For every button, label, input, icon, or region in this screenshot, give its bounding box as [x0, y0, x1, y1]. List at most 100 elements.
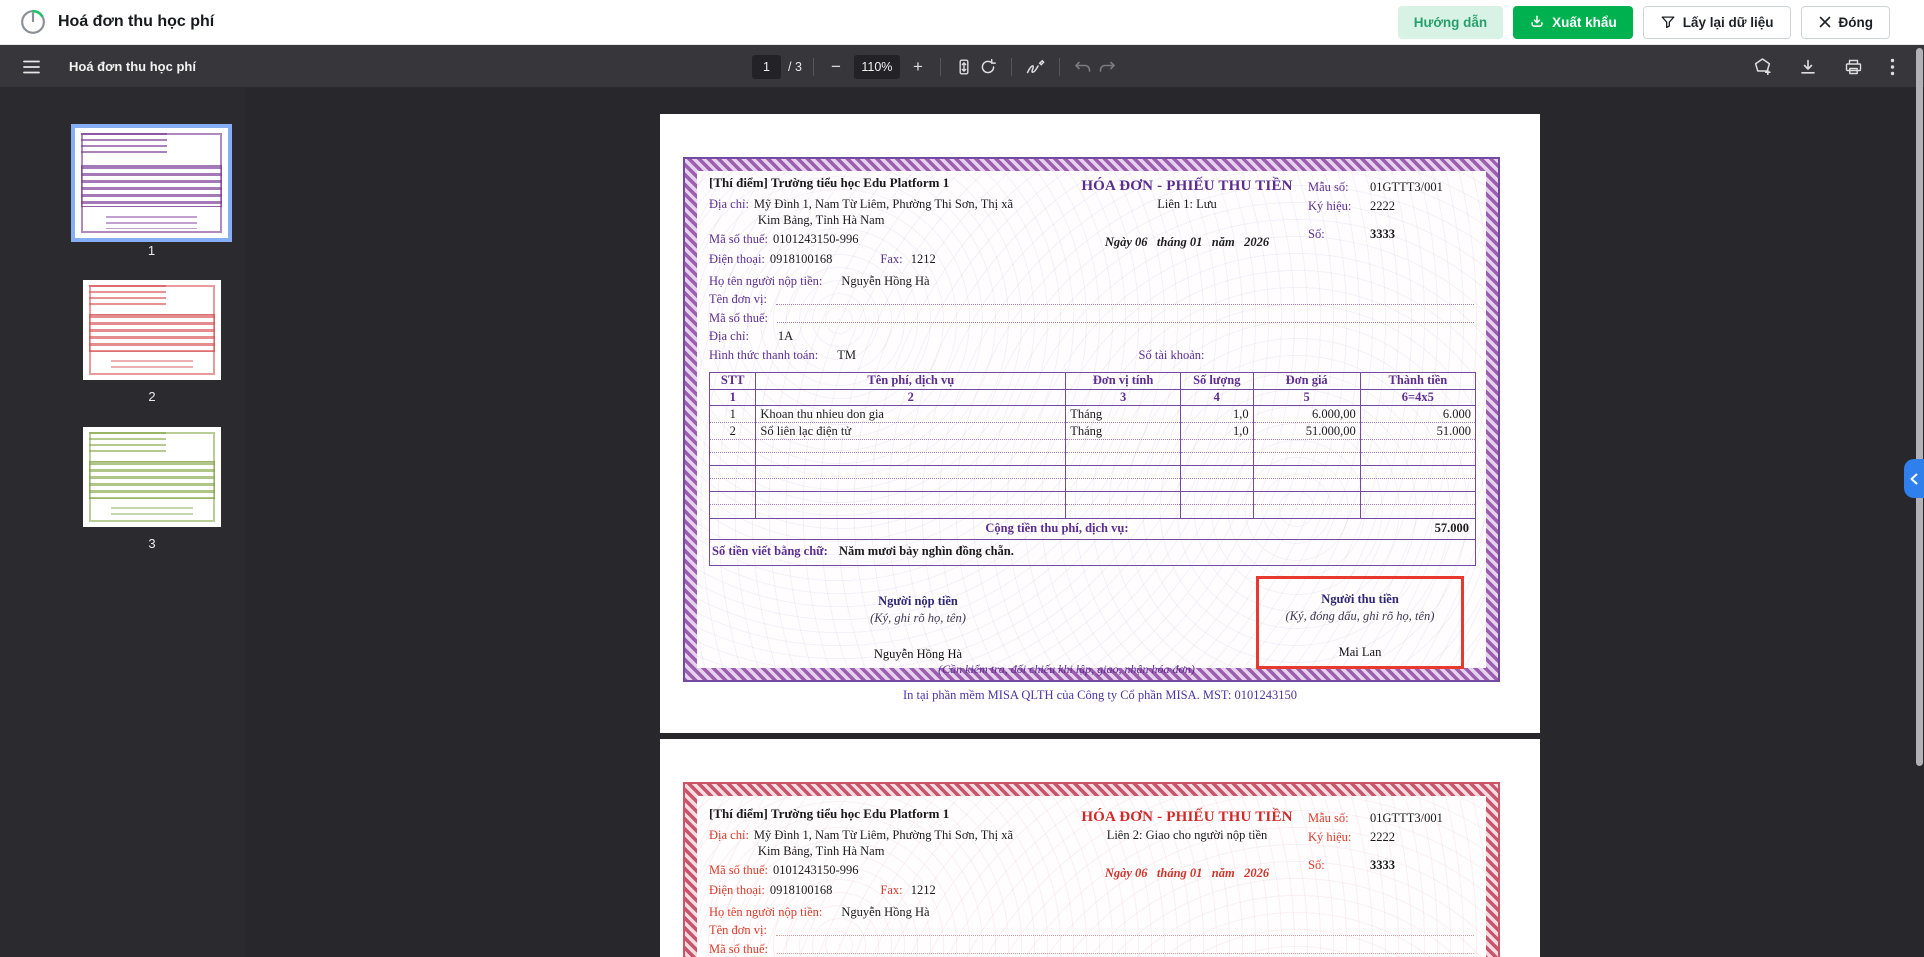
download-icon: [1801, 59, 1815, 74]
pdf-toolbar-right: [1750, 45, 1898, 88]
payer-address-label: Địa chỉ:: [709, 329, 749, 344]
invoice-payer-block: Họ tên người nộp tiền: Nguyễn Hồng Hà Tê…: [709, 905, 1476, 957]
school-name: [Thí điểm] Trường tiểu học Edu Platform …: [709, 175, 950, 190]
cell-fee-name: Khoan thu nhieu don gia: [755, 405, 1066, 424]
empty-row: [710, 504, 1475, 518]
invoice-copy-label: Liên 2: Giao cho người nộp tiền: [1106, 828, 1268, 842]
page-number-input[interactable]: [752, 54, 781, 79]
zoom-level-value: 110%: [853, 54, 900, 79]
payer-address-value: 1A: [777, 329, 794, 344]
thumbnail-page-1[interactable]: [71, 124, 232, 242]
add-annotation-button[interactable]: [1750, 54, 1775, 79]
invoice-no-value: 3333: [1370, 858, 1395, 872]
col-header: Đơn giá: [1252, 372, 1361, 391]
cell-fee-name: Sổ liên lạc điện tử: [755, 422, 1066, 441]
print-button[interactable]: [1841, 55, 1866, 79]
guide-button-label: Hướng dẫn: [1413, 14, 1488, 30]
dotted-line: [777, 942, 1474, 955]
total-label: Cộng tiền thu phí, dịch vụ:: [985, 520, 1129, 535]
invoice-meta-block: Mẫu số: 01GTTT3/001 Ký hiệu: 2222 Số: 33…: [1308, 175, 1476, 272]
dotted-line: [777, 311, 1474, 324]
invoice-title-block: HÓA ĐƠN - PHIẾU THU TIỀN Liên 1: Lưu Ngà…: [1066, 175, 1308, 272]
pdf-page-2: [Thí điểm] Trường tiểu học Edu Platform …: [660, 739, 1540, 957]
form-no-label: Mẫu số:: [1308, 811, 1349, 825]
undo-button[interactable]: [1071, 56, 1095, 78]
payer-tax-label: Mã số thuế:: [709, 310, 769, 325]
invoice-copy-label: Liên 1: Lưu: [1157, 197, 1217, 211]
cell-qty: 1,0: [1179, 422, 1254, 441]
draw-annotate-button[interactable]: [1023, 56, 1048, 78]
redo-button[interactable]: [1095, 56, 1119, 78]
export-button[interactable]: Xuất khẩu: [1513, 5, 1633, 39]
thumbnail-page-3-label: 3: [148, 536, 156, 551]
expand-side-panel-tab[interactable]: [1904, 459, 1924, 498]
print-icon: [1845, 59, 1862, 74]
thumbnail-page-3[interactable]: [83, 427, 221, 527]
filter-icon: [1661, 16, 1675, 29]
document-viewer[interactable]: [Thí điểm] Trường tiểu học Edu Platform …: [245, 88, 1924, 957]
invoice-lien-1: [Thí điểm] Trường tiểu học Edu Platform …: [683, 157, 1500, 682]
payer-label: Họ tên người nộp tiền:: [709, 904, 823, 919]
thumbnail-page-1-label: 1: [147, 243, 156, 258]
thumbnail-page-2[interactable]: [83, 280, 221, 380]
address-value: Mỹ Đình 1, Nam Từ Liêm, Phường Thi Sơn, …: [753, 197, 1013, 227]
pdf-toolbar: Hoá đơn thu học phí / 3 − 110% +: [0, 45, 1924, 88]
invoice-no-label: Số:: [1308, 858, 1325, 872]
rotate-button[interactable]: [976, 55, 1000, 79]
zoom-out-button[interactable]: −: [825, 54, 847, 80]
invoice-lien-2: [Thí điểm] Trường tiểu học Edu Platform …: [683, 782, 1500, 957]
thumbnail-preview: [83, 280, 221, 380]
col-header: STT: [710, 372, 756, 391]
thumbnail-preview: [75, 128, 228, 238]
pdf-toolbar-left: Hoá đơn thu học phí: [20, 45, 196, 88]
annotation-add-icon: [1754, 58, 1771, 76]
col-header: Đơn vị tính: [1065, 372, 1181, 391]
cell-qty: 1,0: [1179, 405, 1254, 424]
zoom-in-button[interactable]: +: [907, 54, 929, 80]
page-title: Hoá đơn thu học phí: [58, 13, 215, 30]
invoice-meta-block: Mẫu số: 01GTTT3/001 Ký hiệu: 2222 Số: 33…: [1308, 806, 1476, 903]
address-value: Mỹ Đình 1, Nam Từ Liêm, Phường Thi Sơn, …: [753, 828, 1013, 858]
cell-stt: 2: [710, 422, 756, 441]
rotate-icon: [981, 58, 996, 73]
reload-data-button[interactable]: Lấy lại dữ liệu: [1642, 5, 1791, 39]
invoice-title: HÓA ĐƠN - PHIẾU THU TIỀN: [1081, 178, 1293, 194]
table-header-row: STT Tên phí, dịch vụ Đơn vị tính Số lượn…: [710, 372, 1475, 391]
cell-price: 6.000,00: [1252, 405, 1361, 424]
ink-pen-icon: [1026, 59, 1045, 73]
empty-row: [710, 491, 1475, 506]
collector-signature-highlight-box: Người thu tiền (Ký, đóng dấu, ghi rõ họ,…: [1256, 575, 1464, 669]
download-button[interactable]: [1796, 55, 1820, 79]
fit-page-button[interactable]: [952, 55, 976, 79]
fee-table: STT Tên phí, dịch vụ Đơn vị tính Số lượn…: [710, 372, 1475, 518]
collector-sign-title: Người thu tiền: [1321, 591, 1399, 606]
toolbar-divider: [1058, 57, 1060, 76]
collector-sign-name: Mai Lan: [1338, 644, 1382, 659]
serial-value: 2222: [1370, 199, 1395, 213]
payer-sign-name: Nguyễn Hồng Hà: [873, 646, 963, 661]
empty-row: [710, 465, 1475, 480]
page-count-label: / 3: [788, 59, 802, 74]
payment-method-label: Hình thức thanh toán:: [709, 348, 819, 362]
vertical-scrollbar-thumb[interactable]: [1916, 48, 1923, 766]
close-button[interactable]: Đóng: [1800, 5, 1890, 39]
phone-label: Điện thoại:: [709, 251, 765, 266]
col-index: 6=4x5: [1359, 389, 1475, 407]
invoice-no-label: Số:: [1308, 227, 1325, 241]
cell-unit: Tháng: [1065, 405, 1181, 424]
address-label: Địa chỉ:: [709, 828, 749, 842]
payer-signature-block: Người nộp tiền (Ký, ghi rõ họ, tên) Nguy…: [778, 594, 1058, 662]
fax-value: 1212: [910, 251, 936, 266]
more-options-button[interactable]: [1887, 55, 1898, 79]
col-header: Tên phí, dịch vụ: [755, 372, 1066, 391]
cell-amount: 6.000: [1359, 405, 1475, 424]
guide-button[interactable]: Hướng dẫn: [1397, 5, 1504, 39]
amount-words-value: Năm mươi bảy nghìn đồng chẵn.: [838, 543, 1014, 558]
payer-sign-note: (Ký, ghi rõ họ, tên): [870, 610, 966, 625]
cell-stt: 1: [710, 405, 756, 424]
table-row: 1 Khoan thu nhieu don gia Tháng 1,0 6.00…: [710, 405, 1475, 424]
serial-label: Ký hiệu:: [1308, 199, 1352, 213]
sidebar-toggle-button[interactable]: [20, 57, 43, 77]
kebab-menu-icon: [1890, 58, 1895, 75]
tax-code-value: 0101243150-996: [773, 863, 859, 878]
